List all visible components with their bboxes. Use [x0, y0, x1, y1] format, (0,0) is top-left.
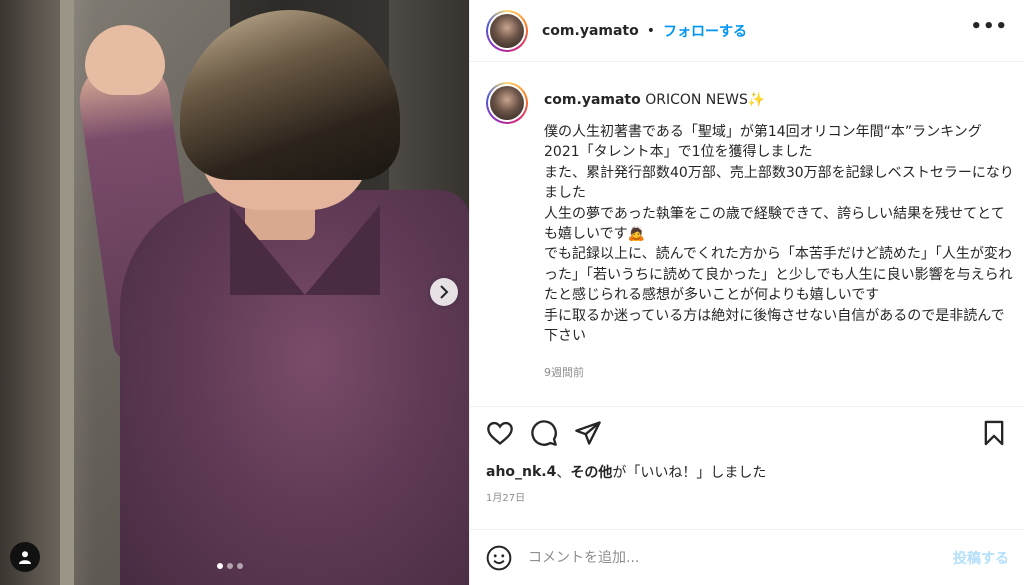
carousel-dot — [237, 563, 243, 569]
avatar[interactable] — [486, 9, 528, 52]
post-comment-button[interactable]: 投稿する — [953, 548, 1009, 568]
avatar-image — [490, 86, 524, 120]
likes-suffix: が「いいね！」しました — [612, 465, 767, 481]
caption-timestamp[interactable]: 9週間前 — [544, 364, 1016, 380]
heart-icon[interactable] — [486, 419, 514, 447]
caption-tagline: ORICON NEWS✨ — [645, 92, 766, 108]
post-detail-panel: com.yamato • フォローする ••• com.yamato ORICO… — [469, 0, 1024, 585]
header-username[interactable]: com.yamato — [542, 23, 639, 39]
liker-username[interactable]: aho_nk.4 — [486, 464, 556, 480]
likes-joiner: 、 — [556, 465, 571, 481]
likes-others-link[interactable]: その他 — [570, 462, 612, 482]
chevron-right-icon — [440, 285, 449, 299]
likes-summary: aho_nk.4 、 その他 が「いいね！」しました — [470, 459, 1024, 485]
share-icon[interactable] — [574, 419, 602, 447]
post-photo[interactable] — [0, 0, 469, 585]
bookmark-icon[interactable] — [980, 419, 1008, 447]
carousel-indicator — [217, 563, 243, 569]
carousel-dot — [217, 563, 223, 569]
user-icon — [19, 551, 31, 564]
comment-bar: 投稿する — [470, 529, 1024, 585]
caption-row: com.yamato ORICON NEWS✨ 僕の人生初著書である「聖域」が第… — [486, 82, 1014, 380]
caption-avatar[interactable] — [486, 82, 528, 124]
comment-input[interactable] — [528, 549, 953, 566]
caption-body: com.yamato ORICON NEWS✨ 僕の人生初著書である「聖域」が第… — [544, 92, 1016, 380]
caption-text: 僕の人生初著書である「聖域」が第14回オリコン年間“本”ランキング2021「タレ… — [544, 124, 1014, 345]
follow-button[interactable]: フォローする — [663, 21, 747, 41]
emoji-icon[interactable] — [486, 545, 512, 571]
comment-icon[interactable] — [530, 419, 558, 447]
carousel-next-button[interactable] — [430, 278, 458, 306]
avatar-image — [490, 13, 524, 48]
action-bar — [470, 407, 1024, 459]
caption-header-line: com.yamato ORICON NEWS✨ — [544, 92, 1016, 108]
carousel-dot — [227, 563, 233, 569]
post-header: com.yamato • フォローする ••• — [470, 0, 1024, 62]
tagged-users-button[interactable] — [10, 542, 40, 572]
caption-section: com.yamato ORICON NEWS✨ 僕の人生初著書である「聖域」が第… — [470, 62, 1024, 407]
caption-username[interactable]: com.yamato — [544, 92, 641, 108]
window-frame — [60, 0, 74, 585]
hand — [85, 25, 165, 95]
more-options-icon[interactable]: ••• — [970, 16, 1008, 45]
purple-jacket — [120, 190, 469, 585]
separator: • — [646, 22, 656, 39]
post-date[interactable]: 1月27日 — [470, 485, 1024, 519]
